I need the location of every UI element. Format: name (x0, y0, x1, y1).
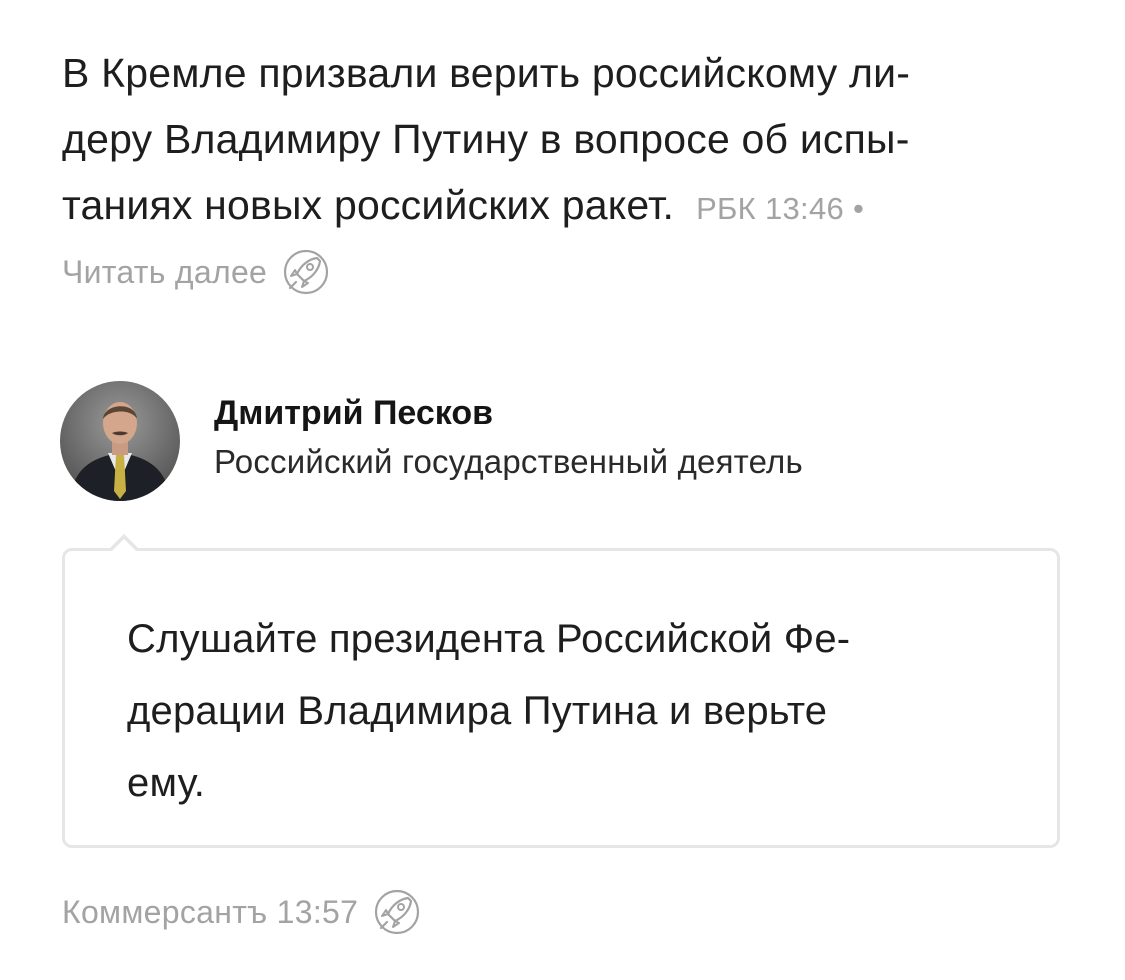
avatar[interactable] (60, 381, 180, 501)
rocket-icon[interactable] (281, 247, 331, 297)
headline-line-text: таниях новых российских ракет. (62, 182, 675, 228)
footer-source-time[interactable]: Коммерсантъ 13:57 (62, 894, 358, 931)
person-info: Дмитрий Песков Российский государственны… (214, 389, 803, 487)
quote-line: Слушайте президента Российской Фе- (127, 617, 851, 661)
headline-line: деру Владимиру Путину в вопросе об испы- (62, 116, 910, 162)
read-more-link[interactable]: Читать далее (62, 254, 267, 291)
person-role: Российский государственный деятель (214, 443, 803, 480)
person-name[interactable]: Дмитрий Песков (214, 389, 803, 437)
person-card[interactable]: Дмитрий Песков Российский государственны… (60, 380, 803, 502)
headline-line: В Кремле призвали верить российскому ли- (62, 50, 911, 96)
quote-card: Слушайте президента Российской Фе- дерац… (62, 548, 1060, 848)
read-more-row: Читать далее (62, 244, 1062, 300)
quote-text: Слушайте президента Российской Фе- дерац… (127, 603, 1007, 819)
news-headline[interactable]: В Кремле призвали верить российскому ли-… (62, 40, 1062, 242)
footer-row: Коммерсантъ 13:57 (62, 884, 422, 940)
rocket-icon[interactable] (372, 887, 422, 937)
quote-line: ему. (127, 761, 206, 805)
quote-line: дерации Владимира Путина и верьте (127, 689, 828, 733)
news-block: В Кремле призвали верить российскому ли-… (62, 40, 1062, 300)
quote-pointer-inner (111, 539, 137, 552)
headline-line: таниях новых российских ракет. РБК 13:46 … (62, 172, 1062, 242)
news-source-time: РБК 13:46 • (696, 191, 865, 226)
